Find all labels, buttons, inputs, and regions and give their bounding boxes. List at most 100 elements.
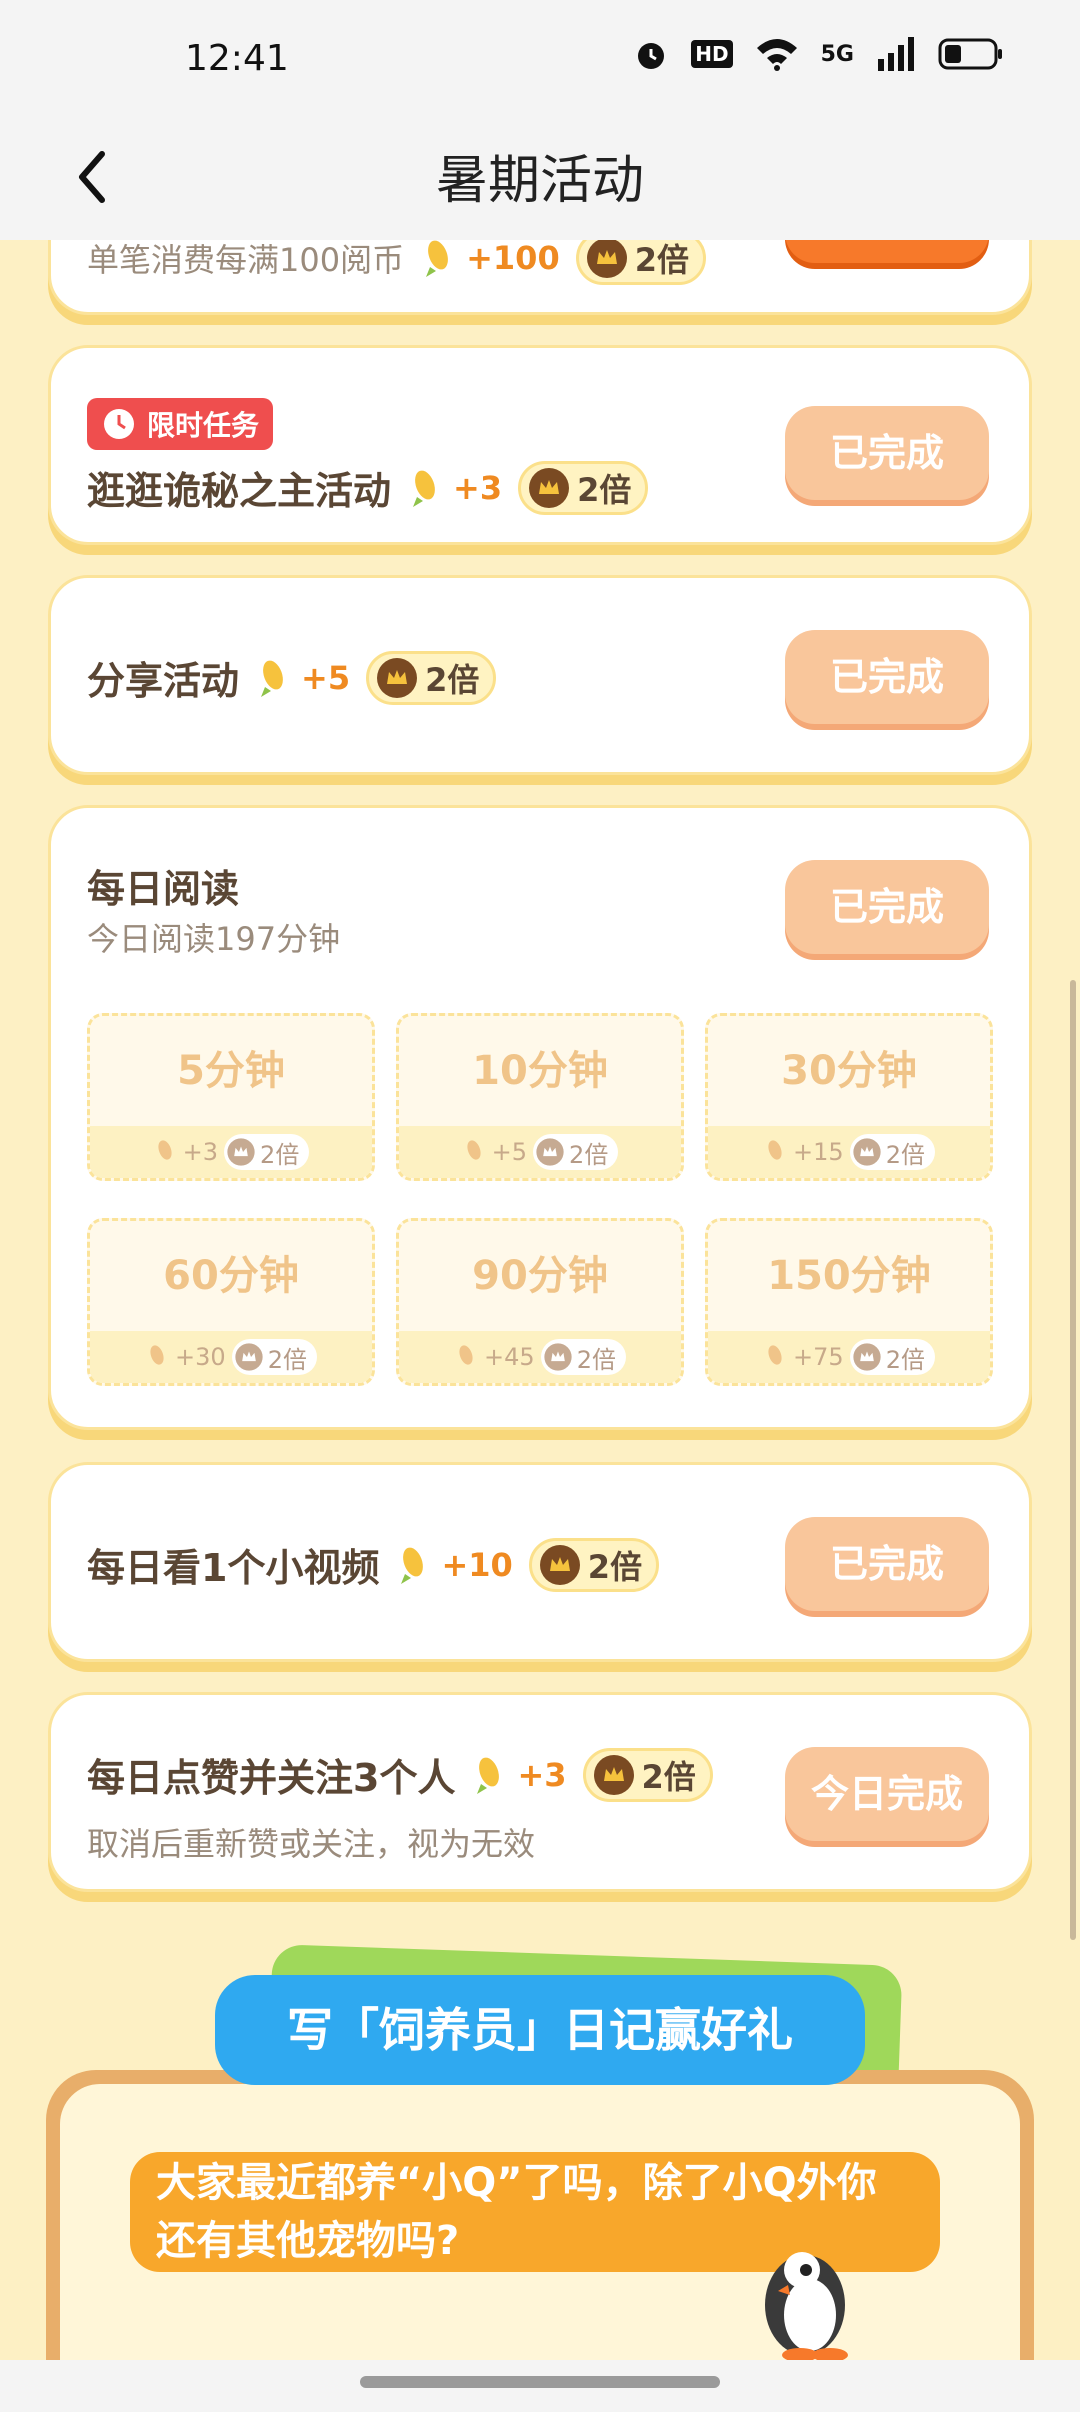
reward-points: +3 (517, 1755, 567, 1794)
reward-points: +100 (466, 239, 560, 277)
corn-icon (150, 1345, 164, 1365)
status-icons: HD 5G (633, 36, 1004, 72)
wifi-icon (756, 39, 797, 71)
multiplier-badge: 2倍 (528, 1537, 660, 1592)
crown-coin-icon (377, 657, 418, 698)
status-bar: 12:41 HD 5G (0, 0, 1080, 120)
tile-reward: +45 2倍 (399, 1331, 681, 1383)
tile-points: +75 (793, 1343, 844, 1371)
task-title: 每日点赞并关注3个人 (87, 1756, 456, 1800)
multiplier-text: 2倍 (634, 241, 689, 279)
tile-reward: +30 2倍 (90, 1331, 372, 1383)
corn-icon (477, 1757, 500, 1794)
task-card-daily-video: 每日看1个小视频 +10 2倍 已完成 (48, 1462, 1032, 1662)
corn-icon (158, 1140, 172, 1160)
completed-today-button[interactable]: 今日完成 (785, 1747, 989, 1841)
task-title: 逛逛诡秘之主活动 (87, 469, 392, 513)
reading-tile-150min: 150分钟 +75 2倍 (705, 1218, 993, 1386)
corn-icon (768, 1345, 782, 1365)
tile-multiplier: 2倍 (224, 1134, 310, 1170)
crown-coin-icon (586, 238, 627, 278)
tile-multiplier: 2倍 (533, 1134, 619, 1170)
tile-label: 5分钟 (177, 1048, 285, 1094)
reward-points: +10 (441, 1545, 513, 1584)
completed-button[interactable]: 已完成 (785, 860, 989, 954)
reading-tile-90min: 90分钟 +45 2倍 (396, 1218, 684, 1386)
crown-coin-icon (853, 1138, 881, 1166)
task-card-daily-reading: 每日阅读 今日阅读197分钟 已完成 5分钟 +3 2倍 10分钟 +5 2倍 … (48, 805, 1032, 1430)
tile-points: +3 (182, 1138, 219, 1166)
task-note: 取消后重新赞或关注，视为无效 (87, 1825, 536, 1863)
crown-coin-icon (536, 1138, 564, 1166)
corn-icon (401, 1547, 424, 1584)
completed-button[interactable]: 已完成 (785, 406, 989, 500)
task-card-like-follow: 每日点赞并关注3个人 +3 2倍 取消后重新赞或关注，视为无效 今日完成 (48, 1692, 1032, 1892)
page-title: 暑期活动 (435, 151, 644, 211)
corn-icon (467, 1140, 481, 1160)
tile-reward: +15 2倍 (708, 1126, 990, 1178)
diary-banner-title[interactable]: 写「饲养员」日记赢好礼 (215, 1975, 865, 2085)
tile-multiplier-text: 2倍 (576, 1345, 616, 1374)
reward-points: +5 (301, 658, 351, 697)
reward: +3 (407, 467, 502, 509)
penguin-mascot-icon (765, 2252, 848, 2362)
reward-points: +3 (453, 468, 503, 507)
completed-button[interactable]: 已完成 (785, 630, 989, 724)
crown-coin-icon (593, 1754, 634, 1795)
task-title: 单笔消费每满100阅币 (87, 241, 405, 279)
task-title: 分享活动 (87, 659, 240, 703)
tile-multiplier-text: 2倍 (267, 1345, 307, 1374)
tile-points: +5 (491, 1138, 528, 1166)
tile-multiplier: 2倍 (231, 1339, 317, 1375)
task-card-limited: 限时任务 逛逛诡秘之主活动 +3 2倍 已完成 (48, 345, 1032, 545)
reward: +3 (471, 1754, 567, 1796)
corn-icon (768, 1140, 782, 1160)
multiplier-badge: 2倍 (366, 650, 497, 705)
status-time: 12:41 (185, 38, 289, 79)
reading-minutes: 今日阅读197分钟 (87, 920, 341, 958)
multiplier-badge: 2倍 (518, 460, 649, 515)
task-title: 每日阅读 (87, 867, 240, 911)
tile-multiplier-text: 2倍 (260, 1140, 300, 1169)
corn-icon (261, 660, 283, 697)
tile-multiplier-text: 2倍 (569, 1140, 609, 1169)
multiplier-text: 2倍 (587, 1547, 643, 1586)
signal-5g-text: 5G (820, 41, 854, 67)
completed-button[interactable]: 已完成 (785, 1517, 989, 1611)
crown-coin-icon (529, 467, 570, 508)
multiplier-badge: 2倍 (582, 1747, 713, 1802)
tile-multiplier: 2倍 (849, 1134, 935, 1170)
home-indicator[interactable] (360, 2376, 720, 2388)
reward: +5 (255, 657, 350, 699)
tile-multiplier: 2倍 (849, 1339, 935, 1375)
tile-label: 30分钟 (781, 1048, 917, 1094)
multiplier-text: 2倍 (425, 660, 480, 699)
multiplier-text: 2倍 (577, 470, 632, 509)
reading-tile-5min: 5分钟 +3 2倍 (87, 1013, 375, 1181)
limited-badge-text: 限时任务 (147, 409, 260, 442)
signal-icon (878, 37, 914, 71)
tile-reward: +75 2倍 (708, 1331, 990, 1383)
corn-icon (459, 1345, 473, 1365)
multiplier-text: 2倍 (641, 1757, 696, 1796)
reward: +100 (420, 237, 560, 279)
crown-coin-icon (853, 1343, 881, 1371)
task-card-share: 分享活动 +5 2倍 已完成 (48, 575, 1032, 775)
battery-icon (938, 38, 1002, 70)
tile-points: +15 (793, 1138, 844, 1166)
tile-label: 10分钟 (472, 1048, 608, 1094)
corn-icon (426, 240, 448, 277)
tile-multiplier: 2倍 (540, 1339, 626, 1375)
scrollbar[interactable] (1070, 980, 1076, 1940)
reading-tile-60min: 60分钟 +30 2倍 (87, 1218, 375, 1386)
limited-badge: 限时任务 (87, 398, 274, 450)
task-title: 每日看1个小视频 (87, 1546, 380, 1590)
crown-coin-icon (227, 1138, 255, 1166)
reading-tile-10min: 10分钟 +5 2倍 (396, 1013, 684, 1181)
tile-multiplier-text: 2倍 (885, 1140, 925, 1169)
tile-label: 90分钟 (472, 1253, 608, 1299)
reading-tile-30min: 30分钟 +15 2倍 (705, 1013, 993, 1181)
crown-coin-icon (235, 1343, 263, 1371)
tile-label: 60分钟 (163, 1253, 299, 1299)
crown-coin-icon (544, 1343, 572, 1371)
